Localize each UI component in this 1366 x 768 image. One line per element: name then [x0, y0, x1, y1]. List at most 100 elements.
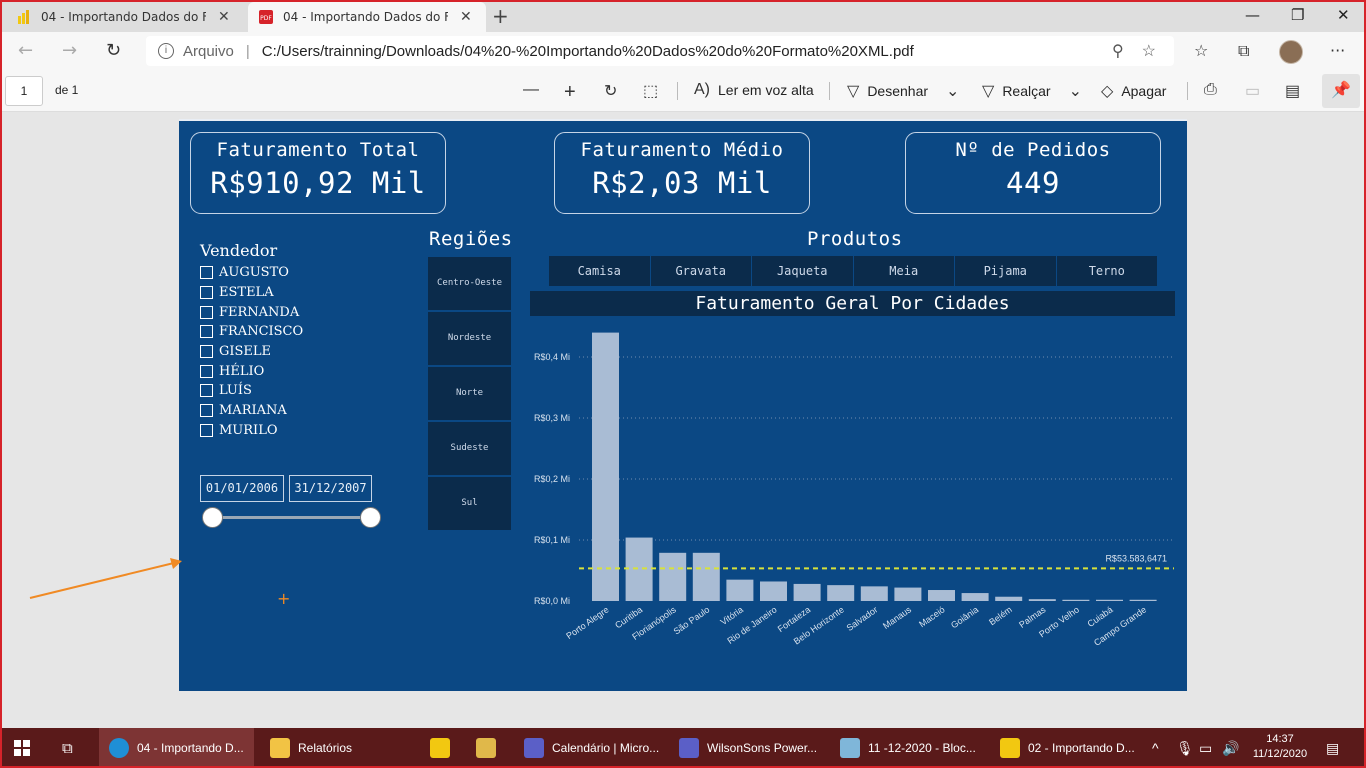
taskbar-item-notepad[interactable]: 11 -12-2020 - Bloc...	[834, 728, 984, 768]
address-bar[interactable]: i Arquivo | C:/Users/trainning/Downloads…	[146, 36, 1174, 66]
close-icon[interactable]: ✕	[460, 9, 472, 25]
microphone-icon[interactable]: 🎙	[1176, 740, 1194, 757]
region-button[interactable]: Sul	[428, 477, 511, 530]
bar	[1096, 599, 1123, 601]
save-as-icon[interactable]: ▤	[1285, 81, 1308, 101]
chevron-down-icon[interactable]: ⌄	[946, 81, 959, 101]
tab-pdf-document[interactable]: PDF 04 - Importando Dados do Forma ✕	[248, 2, 486, 32]
region-button[interactable]: Norte	[428, 367, 511, 420]
zoom-out-icon[interactable]: —	[523, 81, 547, 99]
profile-avatar[interactable]	[1279, 40, 1303, 64]
bar	[1129, 599, 1157, 601]
date-slider-end-handle[interactable]	[360, 507, 381, 528]
products-title: Produtos	[807, 228, 903, 250]
taskbar-item-folder[interactable]: Relatórios	[262, 728, 412, 768]
zoom-icon[interactable]: ⚲	[1112, 41, 1124, 61]
date-end-input[interactable]: 31/12/2007	[289, 475, 372, 502]
product-button[interactable]: Meia	[854, 256, 955, 286]
bar	[961, 593, 989, 601]
collections-icon[interactable]: ⧉	[1238, 41, 1249, 61]
taskbar-item-edge[interactable]: 04 - Importando D...	[99, 728, 254, 768]
vendor-option[interactable]: MURILO	[200, 421, 277, 439]
average-line-label: R$53.583,6471	[1105, 553, 1167, 563]
region-button[interactable]: Nordeste	[428, 312, 511, 365]
date-slider-track[interactable]	[212, 516, 370, 519]
checkbox[interactable]	[200, 383, 213, 397]
product-button[interactable]: Pijama	[955, 256, 1057, 286]
erase-button[interactable]: ◇ Apagar	[1101, 81, 1166, 101]
checkbox[interactable]	[200, 324, 213, 338]
draw-button[interactable]: ▽ Desenhar ⌄	[847, 81, 967, 101]
info-icon[interactable]: i	[158, 43, 174, 59]
checkbox[interactable]	[200, 364, 213, 378]
taskbar-item-powerbi[interactable]	[424, 728, 460, 768]
forward-icon[interactable]: →	[62, 40, 77, 61]
checkbox[interactable]	[200, 265, 213, 279]
minimize-icon[interactable]: —	[1245, 6, 1260, 24]
task-view-icon[interactable]: ⧉	[62, 740, 73, 757]
refresh-icon[interactable]: ↻	[106, 40, 121, 61]
address-url[interactable]: C:/Users/trainning/Downloads/04%20-%20Im…	[262, 43, 1112, 60]
clock-date: 11/12/2020	[1252, 748, 1308, 760]
network-icon[interactable]: ▭	[1199, 740, 1212, 757]
kpi-card-total-revenue: Faturamento Total R$910,92 Mil	[190, 132, 446, 214]
folder-icon	[270, 738, 290, 758]
save-icon[interactable]: ▭	[1245, 81, 1268, 101]
region-button[interactable]: Centro-Oeste	[428, 257, 511, 310]
taskbar-item-teams-powerbi[interactable]: WilsonSons Power...	[673, 728, 823, 768]
vendor-option[interactable]: AUGUSTO	[200, 263, 289, 281]
taskbar-item-powerbi-report[interactable]: 02 - Importando D...	[994, 728, 1144, 768]
region-button[interactable]: Sudeste	[428, 422, 511, 475]
window-close-icon[interactable]: ✕	[1337, 6, 1350, 24]
vendor-option[interactable]: ESTELA	[200, 283, 274, 301]
page-number-input[interactable]: 1	[5, 76, 43, 106]
vendor-option[interactable]: HÉLIO	[200, 362, 264, 380]
vendor-option[interactable]: FERNANDA	[200, 303, 299, 321]
zoom-in-icon[interactable]: +	[564, 81, 584, 104]
product-button[interactable]: Camisa	[549, 256, 651, 286]
vendor-option[interactable]: LUÍS	[200, 381, 252, 399]
bar	[659, 552, 687, 601]
tab-title: 04 - Importando Dados do Forma	[41, 10, 206, 24]
x-tick-label: São Paulo	[672, 604, 712, 636]
date-start-input[interactable]: 01/01/2006	[200, 475, 284, 502]
checkbox[interactable]	[200, 344, 213, 358]
vendor-option[interactable]: MARIANA	[200, 401, 287, 419]
close-icon[interactable]: ✕	[218, 9, 230, 25]
bar	[894, 587, 922, 601]
product-button[interactable]: Gravata	[651, 256, 752, 286]
vendor-option[interactable]: FRANCISCO	[200, 322, 303, 340]
windows-start-icon[interactable]	[14, 740, 30, 756]
bar	[592, 332, 619, 601]
date-slider-start-handle[interactable]	[202, 507, 223, 528]
system-clock[interactable]: 14:37 11/12/2020	[1248, 732, 1312, 762]
highlight-button[interactable]: ▽ Realçar ⌄	[982, 81, 1090, 101]
checkbox[interactable]	[200, 403, 213, 417]
vendor-slicer-title: Vendedor	[200, 241, 278, 260]
read-aloud-label: Ler em voz alta	[718, 82, 814, 98]
checkbox[interactable]	[200, 285, 213, 299]
tab-powerbi-report[interactable]: 04 - Importando Dados do Forma ✕	[6, 2, 244, 32]
favorite-star-icon[interactable]: ☆	[1142, 41, 1156, 61]
notifications-icon[interactable]: ▤	[1326, 740, 1339, 757]
read-aloud-button[interactable]: A) Ler em voz alta	[694, 81, 814, 99]
pin-toolbar-icon[interactable]: 📌	[1322, 74, 1360, 108]
print-icon[interactable]: ⎙	[1204, 81, 1225, 99]
taskbar-item-teams-calendar[interactable]: Calendário | Micro...	[518, 728, 666, 768]
product-button[interactable]: Terno	[1057, 256, 1158, 286]
favorites-icon[interactable]: ☆	[1194, 41, 1208, 60]
chevron-down-icon[interactable]: ⌄	[1069, 81, 1082, 101]
rotate-icon[interactable]: ↻	[604, 81, 625, 101]
fit-page-icon[interactable]: ⬚	[643, 81, 666, 101]
more-icon[interactable]: ···	[1330, 41, 1345, 60]
checkbox[interactable]	[200, 305, 213, 319]
back-icon[interactable]: ←	[18, 40, 33, 61]
restore-icon[interactable]: ❐	[1291, 6, 1304, 24]
new-tab-icon[interactable]: +	[492, 6, 509, 26]
vendor-option[interactable]: GISELE	[200, 342, 271, 360]
taskbar-item-database[interactable]	[470, 728, 506, 768]
volume-icon[interactable]: 🔊	[1222, 740, 1239, 757]
product-button[interactable]: Jaqueta	[752, 256, 854, 286]
checkbox[interactable]	[200, 423, 213, 437]
chevron-up-icon[interactable]: ^	[1152, 740, 1159, 756]
